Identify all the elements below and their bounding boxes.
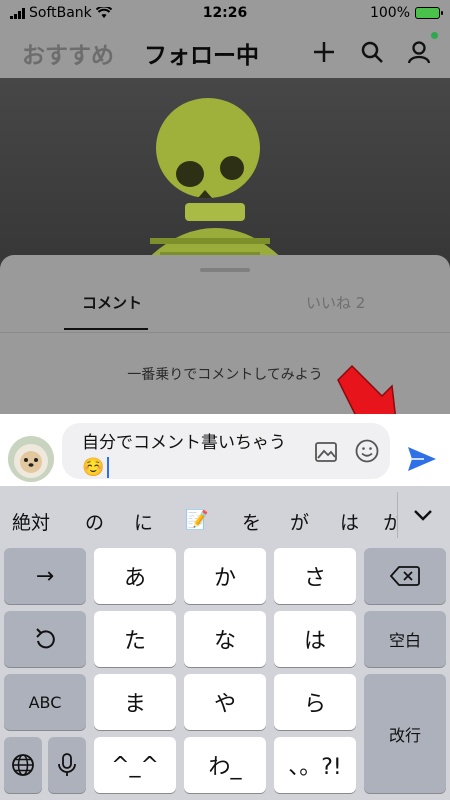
key-sa[interactable]: さ: [274, 548, 356, 604]
candidate-item[interactable]: か: [383, 508, 397, 535]
key-space[interactable]: 空白: [364, 611, 446, 667]
battery-percent: 100%: [369, 5, 410, 21]
tab-recommend[interactable]: おすすめ: [22, 36, 114, 70]
candidate-item[interactable]: 📝: [185, 508, 209, 531]
candidate-item[interactable]: の: [85, 508, 104, 535]
candidate-bar: 絶対 の に 📝 を が は か: [0, 486, 450, 546]
battery-icon: [415, 7, 443, 19]
candidate-item[interactable]: 絶対: [12, 508, 50, 535]
key-punctuation[interactable]: 、。?!: [274, 737, 356, 793]
smile-emoji: ☺️: [82, 457, 105, 478]
keyboard: 絶対 の に 📝 を が は か → あ か さ た な は 空白 ABC ま …: [0, 486, 450, 800]
notification-dot: [431, 32, 438, 39]
send-icon[interactable]: [406, 445, 438, 473]
profile-icon[interactable]: [405, 38, 433, 66]
candidate-item[interactable]: が: [290, 508, 309, 535]
candidate-item[interactable]: を: [242, 508, 261, 535]
search-icon[interactable]: [358, 38, 386, 66]
avatar: [8, 436, 54, 482]
skeleton-figure-image: [130, 98, 300, 278]
candidate-separator: [397, 492, 398, 538]
dog-avatar-image: [8, 436, 54, 482]
battery-group: 100%: [369, 5, 443, 21]
key-dictation[interactable]: [48, 737, 86, 793]
comment-input-text: 自分でコメント書いちゃう: [82, 433, 286, 453]
app-header: おすすめ フォロー中: [0, 26, 450, 78]
tab-underline: [64, 328, 148, 330]
key-return[interactable]: 改行: [364, 674, 446, 793]
video-preview: [0, 78, 450, 278]
status-bar: SoftBank 12:26 100%: [0, 0, 450, 26]
key-wa[interactable]: わ_: [184, 737, 266, 793]
globe-icon: [12, 754, 34, 776]
comment-input-line2: ☺️: [82, 457, 110, 478]
sheet-handle[interactable]: [200, 268, 250, 272]
microphone-icon: [58, 753, 76, 776]
undo-icon: [36, 628, 55, 649]
key-na[interactable]: な: [184, 611, 266, 667]
comment-input-row: 自分でコメント書いちゃう ☺️: [0, 414, 450, 486]
text-caret: [107, 457, 110, 478]
backspace-icon: [390, 566, 420, 586]
key-delete[interactable]: [364, 548, 446, 604]
tab-comment[interactable]: コメント: [82, 292, 142, 313]
image-icon[interactable]: [314, 440, 338, 464]
key-undo[interactable]: [4, 611, 86, 667]
key-ma[interactable]: ま: [94, 674, 176, 730]
sheet-divider: [0, 332, 450, 333]
emoji-icon[interactable]: [354, 438, 380, 464]
key-globe[interactable]: [4, 737, 42, 793]
tab-likes[interactable]: いいね 2: [306, 292, 365, 313]
plus-icon[interactable]: [310, 38, 338, 66]
key-ya[interactable]: や: [184, 674, 266, 730]
chevron-down-icon[interactable]: [410, 504, 436, 526]
key-kaomoji[interactable]: ^_^: [94, 737, 176, 793]
key-ha[interactable]: は: [274, 611, 356, 667]
key-a[interactable]: あ: [94, 548, 176, 604]
tab-following[interactable]: フォロー中: [144, 36, 259, 70]
candidate-item[interactable]: に: [134, 508, 153, 535]
key-ka[interactable]: か: [184, 548, 266, 604]
key-abc[interactable]: ABC: [4, 674, 86, 730]
key-ra[interactable]: ら: [274, 674, 356, 730]
key-arrow[interactable]: →: [4, 548, 86, 604]
key-ta[interactable]: た: [94, 611, 176, 667]
candidate-item[interactable]: は: [340, 508, 359, 535]
comment-input-field[interactable]: 自分でコメント書いちゃう ☺️: [62, 423, 390, 479]
